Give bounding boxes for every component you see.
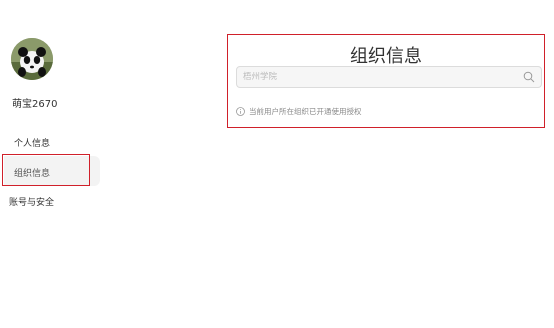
search-input[interactable] [243, 70, 513, 84]
organization-panel: 组织信息 当前用户所在组织已开通使用授权 [227, 34, 545, 128]
avatar[interactable] [11, 38, 53, 80]
organization-search[interactable] [236, 66, 542, 88]
panda-avatar-icon [11, 38, 53, 80]
page-title: 组织信息 [350, 46, 422, 67]
username: 萌宝2670 [12, 99, 58, 110]
search-icon[interactable] [523, 71, 535, 83]
sidebar-item-label: 组织信息 [14, 169, 51, 179]
sidebar-item-profile[interactable]: 个人信息 [14, 136, 50, 149]
authorization-notice: 当前用户所在组织已开通使用授权 [236, 106, 362, 117]
notice-text: 当前用户所在组织已开通使用授权 [249, 107, 362, 116]
sidebar: 萌宝2670 个人信息 组织信息 账号与安全 [0, 0, 110, 328]
sidebar-item-organization[interactable]: 组织信息 [4, 156, 100, 186]
info-icon [236, 107, 245, 116]
sidebar-item-account-security[interactable]: 账号与安全 [9, 195, 54, 208]
